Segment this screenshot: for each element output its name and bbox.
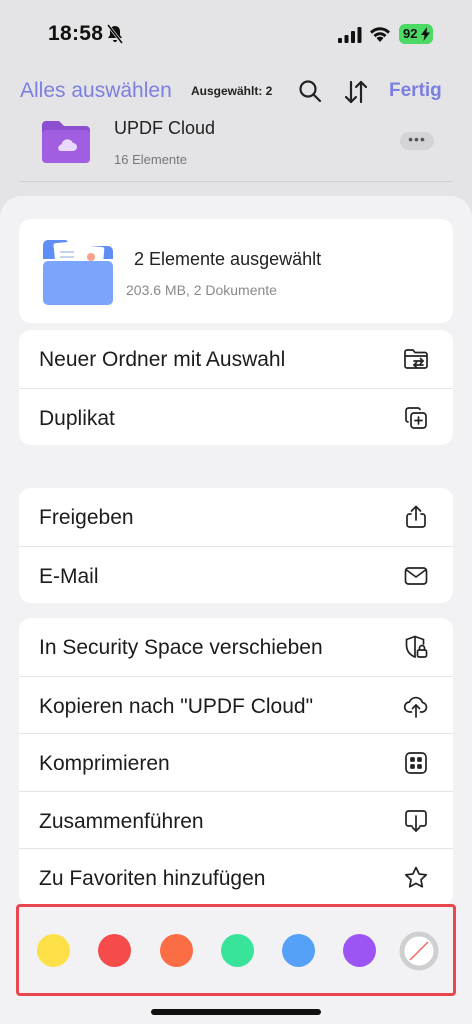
list-item-title: UPDF Cloud [114,118,216,138]
color-swatch-orange[interactable] [160,934,193,967]
no-color-swatch-icon[interactable] [399,931,439,971]
list-item[interactable]: UPDF Cloud 16 Elemente ••• [20,116,452,182]
action-email[interactable]: E-Mail [19,545,453,604]
selection-summary-title: 2 Elemente ausgewählt [134,249,322,269]
action-share[interactable]: Freigeben [19,488,453,546]
list-item-subtitle: 16 Elemente [114,152,187,167]
search-icon[interactable] [298,79,322,103]
cloud-folder-icon [40,119,92,165]
folder-move-icon [403,346,429,372]
duplicate-icon [403,405,429,431]
more-button[interactable]: ••• [400,132,434,150]
home-indicator [151,1009,321,1015]
shield-lock-icon [403,634,429,660]
color-swatch-blue[interactable] [282,934,315,967]
compress-icon [403,750,429,776]
action-duplicate[interactable]: Duplikat [19,387,453,446]
selected-count: Ausgewählt: 2 [191,84,273,98]
action-label: Neuer Ordner mit Auswahl [39,348,286,371]
navigation-bar: Alles auswählen Ausgewählt: 2 Fertig [0,70,472,116]
star-icon [403,865,429,891]
color-swatch-red[interactable] [98,934,131,967]
bell-muted-icon [106,24,124,44]
action-move-to-security-space[interactable]: In Security Space verschieben [19,618,453,676]
action-add-to-favorites[interactable]: Zu Favoriten hinzufügen [19,848,453,906]
action-label: Kopieren nach "UPDF Cloud" [39,694,314,718]
action-label: Komprimieren [39,752,170,775]
action-label: E-Mail [39,564,99,588]
select-all-button[interactable]: Alles auswählen [20,79,172,103]
action-label: Freigeben [39,506,134,529]
mail-icon [403,563,429,589]
action-copy-to-updf-cloud[interactable]: Kopieren nach "UPDF Cloud" [19,675,453,734]
selection-summary-subtitle: 203.6 MB, 2 Dokumente [126,282,277,298]
action-new-folder-with-selection[interactable]: Neuer Ordner mit Auswahl [19,330,453,388]
done-button[interactable]: Fertig [389,80,442,102]
action-group-file-ops: In Security Space verschieben Kopieren n… [19,618,453,906]
color-tag-picker [16,904,456,996]
charging-bolt-icon [421,27,430,41]
battery-indicator: 92 [399,24,433,44]
action-group-share: Freigeben E-Mail [19,488,453,603]
color-swatch-purple[interactable] [343,934,376,967]
share-icon [403,504,429,530]
action-label: Zu Favoriten hinzufügen [39,867,266,890]
battery-level: 92 [403,26,418,41]
action-label: In Security Space verschieben [39,636,323,659]
cellular-signal-icon [338,27,362,43]
action-label: Zusammenführen [39,809,204,833]
action-merge[interactable]: Zusammenführen [19,790,453,849]
action-compress[interactable]: Komprimieren [19,733,453,791]
color-swatch-yellow[interactable] [37,934,70,967]
selection-summary-card: 2 Elemente ausgewählt 203.6 MB, 2 Dokume… [19,219,453,323]
status-time: 18:58 [48,22,104,45]
documents-folder-icon [41,237,115,307]
wifi-icon [369,25,391,43]
sort-icon[interactable] [344,79,368,105]
status-bar: 18:58 92 [0,0,472,70]
action-sheet: 2 Elemente ausgewählt 203.6 MB, 2 Dokume… [0,196,472,1024]
color-swatch-green[interactable] [221,934,254,967]
action-group-organize: Neuer Ordner mit Auswahl Duplikat [19,330,453,445]
merge-icon [403,808,429,834]
cloud-upload-icon [403,693,429,719]
action-label: Duplikat [39,406,115,430]
